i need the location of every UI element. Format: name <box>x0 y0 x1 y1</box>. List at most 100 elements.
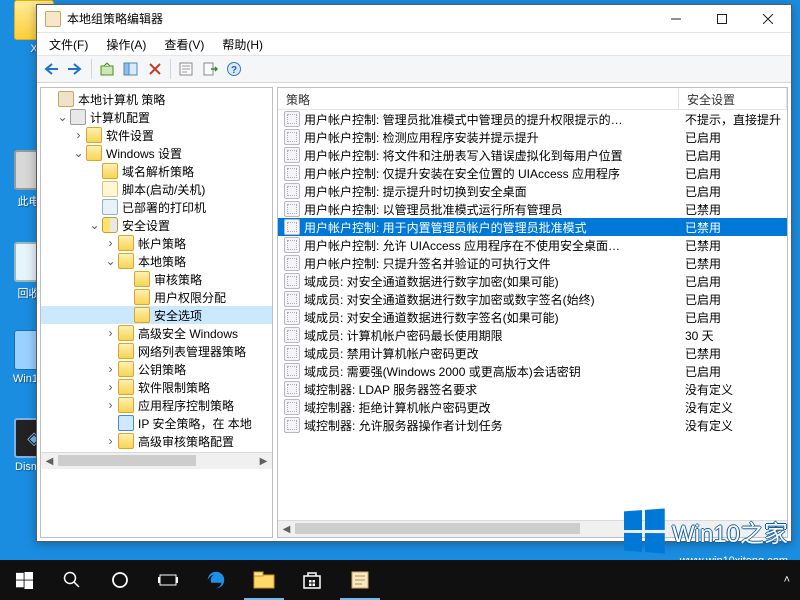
tree-printers[interactable]: 已部署的打印机 <box>41 198 272 216</box>
tree-scripts[interactable]: 脚本(启动/关机) <box>41 180 272 198</box>
policy-row[interactable]: 用户帐户控制: 将文件和注册表写入错误虚拟化到每用户位置已启用 <box>278 146 787 164</box>
policy-row[interactable]: 用户帐户控制: 用于内置管理员帐户的管理员批准模式已禁用 <box>278 218 787 236</box>
menu-help[interactable]: 帮助(H) <box>216 34 269 55</box>
policy-row[interactable]: 域成员: 禁用计算机帐户密码更改已禁用 <box>278 344 787 362</box>
tree-nlm-policy[interactable]: 网络列表管理器策略 <box>41 342 272 360</box>
policy-icon <box>284 345 300 361</box>
tree-security-options[interactable]: 安全选项 <box>41 306 272 324</box>
policy-setting: 已启用 <box>679 165 787 182</box>
scroll-left-icon[interactable]: ◀ <box>41 453 58 469</box>
tree-windows-settings[interactable]: ⌄Windows 设置 <box>41 144 272 162</box>
tree-account-policy[interactable]: ›帐户策略 <box>41 234 272 252</box>
windows-logo-icon <box>624 508 665 553</box>
tree-local-policy[interactable]: ⌄本地策略 <box>41 252 272 270</box>
policy-name: 用户帐户控制: 仅提升安装在安全位置的 UIAccess 应用程序 <box>304 165 620 182</box>
policy-icon <box>284 255 300 271</box>
twisty-icon[interactable] <box>43 92 58 107</box>
policy-row[interactable]: 域成员: 对安全通道数据进行数字加密或数字签名(始终)已启用 <box>278 290 787 308</box>
tree-software-restrict[interactable]: ›软件限制策略 <box>41 378 272 396</box>
task-view-button[interactable] <box>144 560 192 600</box>
policy-row[interactable]: 域控制器: LDAP 服务器签名要求 没有定义 <box>278 380 787 398</box>
policy-row[interactable]: 域成员: 对安全通道数据进行数字加密(如果可能)已启用 <box>278 272 787 290</box>
tree-app-control[interactable]: ›应用程序控制策略 <box>41 396 272 414</box>
file-explorer-button[interactable] <box>240 560 288 600</box>
policy-name: 用户帐户控制: 只提升签名并验证的可执行文件 <box>304 255 551 272</box>
policy-icon <box>284 381 300 397</box>
policy-icon <box>284 165 300 181</box>
show-hide-tree-button[interactable] <box>120 58 142 80</box>
taskbar[interactable]: ˄ <box>0 560 800 600</box>
policy-setting: 没有定义 <box>679 399 787 416</box>
minimize-button[interactable] <box>653 5 699 32</box>
tree-computer-config[interactable]: ⌄计算机配置 <box>41 108 272 126</box>
tree-name-resolution[interactable]: 域名解析策略 <box>41 162 272 180</box>
toolbar: ? <box>37 55 791 83</box>
edge-button[interactable] <box>192 560 240 600</box>
col-header-policy[interactable]: 策略 <box>278 88 679 109</box>
help-button[interactable]: ? <box>223 58 245 80</box>
policy-row[interactable]: 域成员: 对安全通道数据进行数字签名(如果可能)已启用 <box>278 308 787 326</box>
list-body[interactable]: 用户帐户控制: 管理员批准模式中管理员的提升权限提示的…不提示，直接提升用户帐户… <box>278 110 787 520</box>
store-button[interactable] <box>288 560 336 600</box>
policy-row[interactable]: 用户帐户控制: 仅提升安装在安全位置的 UIAccess 应用程序 已启用 <box>278 164 787 182</box>
policy-icon <box>284 201 300 217</box>
close-button[interactable] <box>745 5 791 32</box>
policy-row[interactable]: 用户帐户控制: 允许 UIAccess 应用程序在不使用安全桌面…已禁用 <box>278 236 787 254</box>
tree-security-settings[interactable]: ⌄安全设置 <box>41 216 272 234</box>
tree-adv-audit[interactable]: ›高级审核策略配置 <box>41 432 272 450</box>
tree-user-rights[interactable]: 用户权限分配 <box>41 288 272 306</box>
policy-row[interactable]: 用户帐户控制: 提示提升时切换到安全桌面已启用 <box>278 182 787 200</box>
system-tray[interactable]: ˄ <box>774 574 800 586</box>
policy-icon <box>284 363 300 379</box>
policy-name: 用户帐户控制: 管理员批准模式中管理员的提升权限提示的… <box>304 111 623 128</box>
cortana-button[interactable] <box>96 560 144 600</box>
properties-button[interactable] <box>175 58 197 80</box>
scroll-right-icon[interactable]: ▶ <box>255 453 272 469</box>
policy-setting: 已禁用 <box>679 201 787 218</box>
tree-adv-firewall[interactable]: ›高级安全 Windows <box>41 324 272 342</box>
policy-row[interactable]: 域控制器: 拒绝计算机帐户密码更改没有定义 <box>278 398 787 416</box>
titlebar[interactable]: 本地组策略编辑器 <box>37 5 791 33</box>
gpedit-taskbar-button[interactable] <box>336 560 384 600</box>
tree-root[interactable]: 本地计算机 策略 <box>41 90 272 108</box>
policy-name: 域成员: 对安全通道数据进行数字加密(如果可能) <box>304 273 559 290</box>
menu-action[interactable]: 操作(A) <box>100 34 152 55</box>
list-header[interactable]: 策略 安全设置 <box>278 88 787 110</box>
tree-software-settings[interactable]: ›软件设置 <box>41 126 272 144</box>
policy-name: 用户帐户控制: 将文件和注册表写入错误虚拟化到每用户位置 <box>304 147 623 164</box>
tree-public-key[interactable]: ›公钥策略 <box>41 360 272 378</box>
maximize-button[interactable] <box>699 5 745 32</box>
menu-view[interactable]: 查看(V) <box>158 34 210 55</box>
policy-row[interactable]: 用户帐户控制: 以管理员批准模式运行所有管理员已禁用 <box>278 200 787 218</box>
policy-name: 域成员: 需要强(Windows 2000 或更高版本)会话密钥 <box>304 363 581 380</box>
nav-tree-pane[interactable]: 本地计算机 策略 ⌄计算机配置 ›软件设置 ⌄Windows 设置 域名解析策略… <box>40 87 273 538</box>
tree-ip-sec[interactable]: IP 安全策略，在 本地 <box>41 414 272 432</box>
policy-row[interactable]: 域成员: 计算机帐户密码最长使用期限 30 天 <box>278 326 787 344</box>
policy-name: 域成员: 禁用计算机帐户密码更改 <box>304 345 479 362</box>
nav-hscrollbar[interactable]: ◀ ▶ <box>41 452 272 469</box>
policy-name: 域控制器: LDAP 服务器签名要求 <box>304 381 477 398</box>
policy-row[interactable]: 用户帐户控制: 管理员批准模式中管理员的提升权限提示的…不提示，直接提升 <box>278 110 787 128</box>
policy-setting: 没有定义 <box>679 381 787 398</box>
policy-name: 用户帐户控制: 提示提升时切换到安全桌面 <box>304 183 527 200</box>
up-button[interactable] <box>96 58 118 80</box>
policy-icon <box>284 237 300 253</box>
policy-row[interactable]: 用户帐户控制: 检测应用程序安装并提示提升已启用 <box>278 128 787 146</box>
policy-row[interactable]: 用户帐户控制: 只提升签名并验证的可执行文件已禁用 <box>278 254 787 272</box>
delete-button[interactable] <box>144 58 166 80</box>
tray-chevron-icon[interactable]: ˄ <box>784 574 790 586</box>
col-header-security[interactable]: 安全设置 <box>679 88 787 109</box>
back-button[interactable] <box>41 58 63 80</box>
start-button[interactable] <box>0 560 48 600</box>
forward-button[interactable] <box>65 58 87 80</box>
policy-setting: 已启用 <box>679 363 787 380</box>
policy-row[interactable]: 域控制器: 允许服务器操作者计划任务没有定义 <box>278 416 787 434</box>
policy-setting: 30 天 <box>679 327 787 344</box>
search-button[interactable] <box>48 560 96 600</box>
menu-file[interactable]: 文件(F) <box>43 34 94 55</box>
tree-audit-policy[interactable]: 审核策略 <box>41 270 272 288</box>
scroll-left-icon[interactable]: ◀ <box>278 521 295 537</box>
policy-row[interactable]: 域成员: 需要强(Windows 2000 或更高版本)会话密钥 已启用 <box>278 362 787 380</box>
export-list-button[interactable] <box>199 58 221 80</box>
policy-name: 域成员: 计算机帐户密码最长使用期限 <box>304 327 503 344</box>
